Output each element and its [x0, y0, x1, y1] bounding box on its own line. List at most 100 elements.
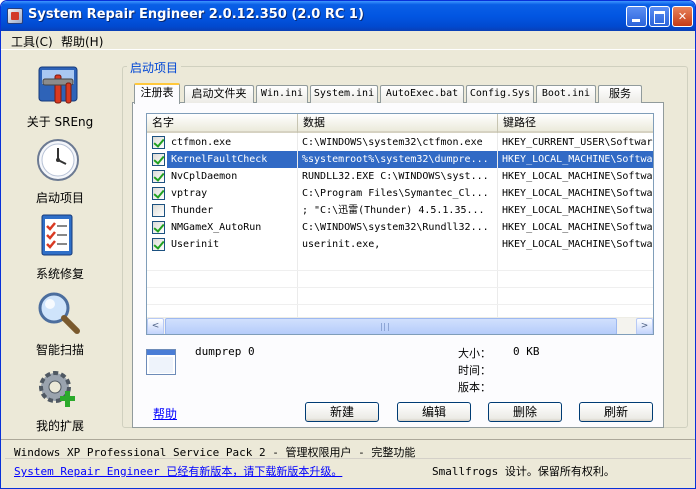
row-name: KernelFaultCheck [167, 151, 297, 168]
row-key-path: HKEY_LOCAL_MACHINE\Softwa [502, 188, 653, 199]
tab-autoexec-bat[interactable]: AutoExec.bat [380, 85, 464, 103]
status-bar: Windows XP Professional Service Pack 2 -… [1, 439, 695, 488]
startup-list[interactable]: 名字 数据 键路径 ctfmon.exe C:\WINDOWS\system32… [146, 113, 654, 335]
clock-icon [37, 139, 79, 181]
tab-registry[interactable]: 注册表 [134, 83, 180, 104]
scroll-right-button[interactable]: > [636, 318, 653, 334]
row-name: NvCplDaemon [171, 171, 238, 182]
refresh-button[interactable]: 刷新 [579, 402, 653, 422]
row-key-path: HKEY_LOCAL_MACHINE\Softwa [502, 205, 653, 216]
sidebar-item-smart-scan[interactable]: 智能扫描 [5, 289, 115, 361]
tab-strip: 注册表 启动文件夹 Win.ini System.ini AutoExec.ba… [132, 83, 652, 104]
sidebar-item-extensions[interactable]: 我的扩展 [5, 365, 115, 437]
row-data: %systemroot%\system32\dumpre... [298, 151, 497, 168]
row-checkbox[interactable] [152, 238, 165, 251]
window-title: System Repair Engineer 2.0.12.350 (2.0 R… [28, 7, 364, 22]
sidebar-item-startup[interactable]: 启动项目 [5, 137, 115, 209]
tab-win-ini[interactable]: Win.ini [256, 85, 308, 103]
row-data: userinit.exe, [302, 239, 381, 250]
title-bar[interactable]: System Repair Engineer 2.0.12.350 (2.0 R… [1, 1, 695, 31]
table-row[interactable]: NvCplDaemon RUNDLL32.EXE C:\WINDOWS\syst… [147, 168, 653, 185]
file-icon [146, 349, 176, 375]
sidebar-item-label: 系统修复 [35, 267, 84, 281]
tab-startup-folder[interactable]: 启动文件夹 [184, 85, 254, 103]
column-name[interactable]: 名字 [147, 114, 298, 133]
time-label: 时间： [458, 364, 491, 377]
row-checkbox[interactable] [152, 153, 165, 166]
row-name: ctfmon.exe [171, 137, 232, 148]
scroll-thumb[interactable] [165, 318, 617, 334]
maximize-button[interactable] [649, 6, 670, 27]
row-data: C:\WINDOWS\system32\Rundll32... [302, 222, 489, 233]
grip-icon [381, 323, 389, 331]
table-row[interactable]: NMGameX_AutoRun C:\WINDOWS\system32\Rund… [147, 219, 653, 236]
status-divider [5, 458, 691, 459]
row-checkbox[interactable] [152, 187, 165, 200]
tab-boot-ini[interactable]: Boot.ini [536, 85, 596, 103]
magnifier-icon [38, 292, 80, 334]
table-row[interactable]: Userinit userinit.exe, HKEY_LOCAL_MACHIN… [147, 236, 653, 253]
item-details: dumprep 0 大小： 0 KB 时间： 版本： [146, 343, 656, 399]
row-name: NMGameX_AutoRun [171, 222, 262, 233]
app-window: System Repair Engineer 2.0.12.350 (2.0 R… [0, 0, 696, 489]
row-checkbox[interactable] [152, 204, 165, 217]
grid-line [147, 270, 653, 271]
gear-plus-icon [39, 371, 75, 407]
row-key-path: HKEY_CURRENT_USER\Softwar [502, 137, 653, 148]
row-key-path: HKEY_LOCAL_MACHINE\Softwa [502, 222, 653, 233]
row-name: Userinit [171, 239, 220, 250]
column-key-path[interactable]: 键路径 [498, 114, 653, 133]
row-data: ; "C:\迅雷(Thunder) 4.5.1.35... [302, 205, 485, 216]
sidebar-item-label: 启动项目 [35, 191, 84, 205]
row-name: Thunder [171, 205, 214, 216]
update-link[interactable]: System Repair Engineer 已经有新版本，请下载新版本升级。 [14, 463, 342, 479]
table-row[interactable]: ctfmon.exe C:\WINDOWS\system32\ctfmon.ex… [147, 134, 653, 151]
row-checkbox[interactable] [152, 221, 165, 234]
column-data[interactable]: 数据 [298, 114, 498, 133]
app-icon[interactable] [7, 8, 23, 24]
scroll-left-button[interactable]: < [147, 318, 164, 334]
table-row[interactable]: vptray C:\Program Files\Symantec_Cl... H… [147, 185, 653, 202]
delete-button[interactable]: 删除 [488, 402, 562, 422]
table-row[interactable]: Thunder ; "C:\迅雷(Thunder) 4.5.1.35... HK… [147, 202, 653, 219]
sidebar-item-label: 智能扫描 [35, 343, 84, 357]
row-key-path: HKEY_LOCAL_MACHINE\Softwa [498, 151, 653, 168]
row-key-path: HKEY_LOCAL_MACHINE\Softwa [502, 239, 653, 250]
list-header: 名字 数据 键路径 [147, 114, 653, 133]
row-data: C:\Program Files\Symantec_Cl... [302, 188, 489, 199]
sidebar-item-label: 我的扩展 [35, 419, 84, 433]
size-label: 大小： [458, 347, 491, 360]
sidebar-item-about[interactable]: 关于 SREng [5, 61, 115, 133]
menu-help[interactable]: 帮助(H) [59, 32, 105, 51]
grid-line [147, 287, 653, 288]
row-data: C:\WINDOWS\system32\ctfmon.exe [302, 137, 483, 148]
tools-icon [38, 66, 78, 104]
new-button[interactable]: 新建 [305, 402, 379, 422]
edit-button[interactable]: 编辑 [397, 402, 471, 422]
table-row-selected[interactable]: KernelFaultCheck %systemroot%\system32\d… [147, 151, 653, 168]
row-name: vptray [171, 188, 208, 199]
help-link[interactable]: 帮助 [153, 405, 177, 422]
size-value: 0 KB [513, 345, 540, 358]
checklist-icon [41, 214, 73, 256]
minimize-button[interactable] [626, 6, 647, 27]
group-title: 启动项目 [127, 59, 182, 76]
menu-bar: 工具(C) 帮助(H) [1, 31, 695, 50]
row-checkbox[interactable] [152, 136, 165, 149]
grid-line [147, 304, 653, 305]
tab-config-sys[interactable]: Config.Sys [466, 85, 534, 103]
sidebar-item-label: 关于 SREng [26, 115, 94, 129]
close-button[interactable]: ✕ [672, 6, 693, 27]
row-data: RUNDLL32.EXE C:\WINDOWS\syst... [302, 171, 489, 182]
horizontal-scrollbar[interactable]: < > [147, 317, 653, 334]
sidebar-item-repair[interactable]: 系统修复 [5, 213, 115, 285]
tab-services[interactable]: 服务 [598, 85, 642, 103]
sidebar: 关于 SREng 启动项目 系统修复 智能扫描 我的扩展 [5, 55, 115, 435]
detail-name: dumprep 0 [195, 345, 255, 358]
row-checkbox[interactable] [152, 170, 165, 183]
menu-tools[interactable]: 工具(C) [9, 32, 55, 51]
copyright-text: Smallfrogs 设计。保留所有权利。 [432, 465, 615, 478]
row-key-path: HKEY_LOCAL_MACHINE\Softwa [502, 171, 653, 182]
tab-system-ini[interactable]: System.ini [310, 85, 378, 103]
version-label: 版本： [458, 381, 491, 394]
